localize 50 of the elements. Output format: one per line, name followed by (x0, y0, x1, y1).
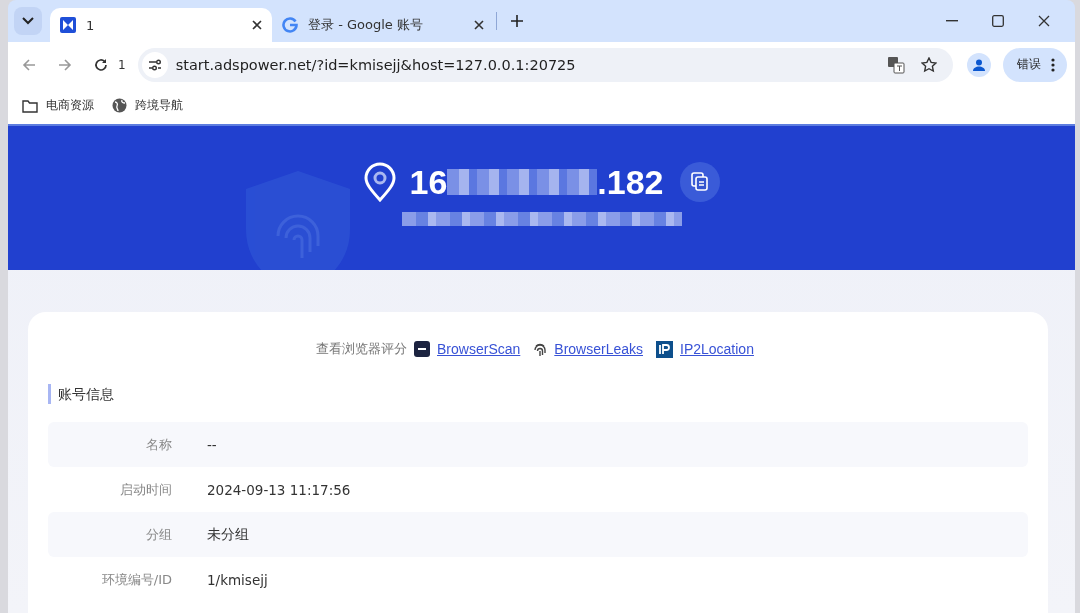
field-value: 未分组 (207, 525, 249, 544)
browserscan-logo-icon (414, 341, 431, 357)
bookmark-star-icon[interactable] (921, 56, 937, 73)
score-link[interactable]: BrowserLeaks (554, 341, 643, 357)
ip-logo-icon (656, 340, 673, 358)
browser-tab[interactable]: 1 (50, 8, 272, 42)
field-label: 启动时间 (119, 480, 172, 499)
field-value: 1/kmisejj (207, 571, 268, 588)
tab-logo-icon (60, 17, 76, 33)
section-title: 账号信息 (58, 386, 114, 402)
close-icon[interactable] (252, 20, 262, 30)
score-link[interactable]: BrowserScan (437, 341, 521, 357)
new-tab-icon[interactable] (511, 15, 523, 27)
more-icon (1051, 57, 1055, 72)
field-label: 环境编号/ID (100, 570, 172, 589)
copy-icon (690, 172, 709, 192)
reload-icon[interactable] (94, 57, 108, 72)
bookmark-item[interactable]: 电商资源 (22, 97, 94, 114)
score-link[interactable]: IP2Location (680, 341, 754, 357)
maximize-icon[interactable] (992, 15, 1004, 27)
browser-tab[interactable]: 登录 - Google 账号 (272, 8, 494, 42)
forward-icon[interactable] (58, 57, 72, 72)
profile-avatar-icon[interactable] (967, 52, 991, 77)
ip-address: 16 .182 (409, 162, 664, 202)
profile-error-button[interactable]: 错误 (1003, 47, 1067, 82)
back-icon[interactable] (22, 57, 36, 72)
site-settings-icon[interactable] (141, 51, 168, 78)
bookmark-item[interactable]: 跨境导航 (112, 97, 183, 114)
tab-title: 1 (86, 17, 96, 33)
close-icon[interactable] (474, 20, 484, 30)
field-label: 分组 (145, 525, 172, 544)
globe-icon (112, 98, 127, 113)
field-value: -- (207, 436, 217, 453)
copy-button[interactable] (679, 162, 720, 202)
g-logo-icon (282, 17, 298, 33)
tab-title: 登录 - Google 账号 (308, 16, 424, 34)
fingerprint-icon (533, 341, 548, 357)
chevron-down-icon (22, 17, 34, 25)
minimize-icon[interactable] (946, 20, 958, 22)
reload-count: 1 (118, 57, 126, 72)
score-label: 查看浏览器评分 (316, 340, 408, 358)
folder-icon (22, 98, 38, 113)
url-text: start.adspower.net/?id=kmisejj&host=127.0.0.1:20725 (175, 56, 576, 73)
field-value: 2024-09-13 11:17:56 (207, 481, 351, 498)
field-label: 名称 (145, 435, 172, 454)
address-bar[interactable]: start.adspower.net/?id=kmisejj&host=127.0.0.1:20725 (137, 47, 953, 82)
translate-icon[interactable] (887, 55, 905, 74)
location-pin-icon (363, 162, 398, 202)
tab-search-button[interactable] (14, 7, 42, 35)
close-icon[interactable] (1038, 15, 1050, 27)
